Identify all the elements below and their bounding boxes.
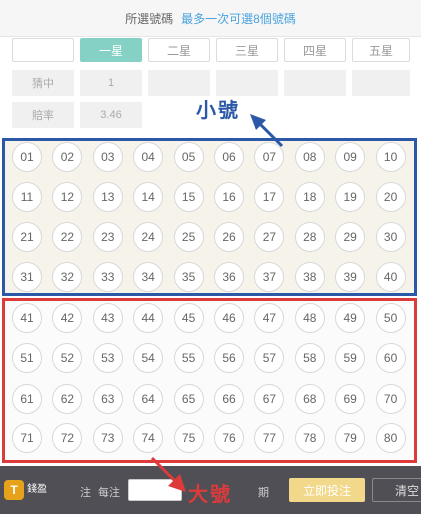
small-numbers-annotation: 小號 [196, 100, 240, 122]
number-ball-33[interactable]: 33 [92, 262, 123, 292]
number-ball-06[interactable]: 06 [214, 142, 244, 172]
hit-label: 猜中 [12, 70, 74, 96]
tab-two-star[interactable]: 二星 [148, 38, 210, 62]
number-ball-24[interactable]: 24 [133, 222, 164, 252]
bet-amount-input[interactable] [128, 479, 182, 501]
tab-five-star[interactable]: 五星 [352, 38, 410, 62]
number-ball-56[interactable]: 56 [214, 343, 244, 373]
number-ball-11[interactable]: 11 [12, 182, 42, 212]
period-label: 期 [258, 487, 269, 499]
number-ball-05[interactable]: 05 [173, 142, 204, 172]
number-ball-65[interactable]: 65 [173, 384, 204, 414]
bet-label: 注 [80, 487, 91, 499]
odds-label: 賠率 [12, 102, 74, 128]
number-ball-36[interactable]: 36 [214, 262, 244, 292]
number-ball-43[interactable]: 43 [92, 303, 123, 333]
number-ball-44[interactable]: 44 [133, 303, 164, 333]
number-ball-28[interactable]: 28 [294, 222, 325, 252]
number-ball-73[interactable]: 73 [92, 423, 123, 453]
hit-cell-5 [352, 70, 410, 96]
number-ball-41[interactable]: 41 [12, 303, 42, 333]
number-ball-31[interactable]: 31 [12, 262, 42, 292]
odds-value: 3.46 [80, 102, 142, 128]
number-ball-08[interactable]: 08 [294, 142, 325, 172]
number-ball-13[interactable]: 13 [92, 182, 123, 212]
number-ball-79[interactable]: 79 [335, 423, 366, 453]
number-ball-63[interactable]: 63 [92, 384, 123, 414]
star-tabs: 一星 二星 三星 四星 五星 [12, 38, 410, 64]
number-ball-78[interactable]: 78 [294, 423, 325, 453]
selected-numbers-title: 所選號碼 [125, 11, 174, 26]
number-ball-35[interactable]: 35 [173, 262, 204, 292]
number-ball-40[interactable]: 40 [375, 262, 406, 292]
number-ball-29[interactable]: 29 [335, 222, 366, 252]
number-ball-14[interactable]: 14 [133, 182, 164, 212]
number-ball-54[interactable]: 54 [133, 343, 164, 373]
number-ball-76[interactable]: 76 [214, 423, 244, 453]
number-ball-74[interactable]: 74 [133, 423, 164, 453]
number-ball-60[interactable]: 60 [375, 343, 406, 373]
number-ball-45[interactable]: 45 [173, 303, 204, 333]
number-ball-34[interactable]: 34 [133, 262, 164, 292]
number-ball-38[interactable]: 38 [294, 262, 325, 292]
site-logo: T 錢盈 [4, 472, 78, 508]
hit-cell-2 [148, 70, 210, 96]
hit-value: 1 [80, 70, 142, 96]
number-ball-80[interactable]: 80 [375, 423, 406, 453]
number-ball-18[interactable]: 18 [294, 182, 325, 212]
number-ball-50[interactable]: 50 [375, 303, 406, 333]
number-ball-70[interactable]: 70 [375, 384, 406, 414]
number-ball-55[interactable]: 55 [173, 343, 204, 373]
tab-one-star[interactable]: 一星 [80, 38, 142, 62]
number-ball-59[interactable]: 59 [335, 343, 366, 373]
number-ball-46[interactable]: 46 [214, 303, 244, 333]
number-ball-64[interactable]: 64 [133, 384, 164, 414]
number-ball-68[interactable]: 68 [294, 384, 325, 414]
number-ball-51[interactable]: 51 [12, 343, 42, 373]
hit-row: 猜中 1 [12, 70, 410, 96]
number-ball-10[interactable]: 10 [375, 142, 406, 172]
number-ball-39[interactable]: 39 [335, 262, 366, 292]
number-ball-26[interactable]: 26 [214, 222, 244, 252]
big-numbers-annotation: 大號 [188, 484, 232, 506]
tab-blank[interactable] [12, 38, 74, 62]
number-ball-75[interactable]: 75 [173, 423, 204, 453]
number-ball-20[interactable]: 20 [375, 182, 406, 212]
number-ball-16[interactable]: 16 [214, 182, 244, 212]
clear-button[interactable]: 清空 [372, 478, 421, 502]
logo-text: 錢盈 [27, 484, 47, 495]
number-ball-71[interactable]: 71 [12, 423, 42, 453]
submit-bet-button[interactable]: 立即投注 [289, 478, 365, 502]
number-ball-23[interactable]: 23 [92, 222, 123, 252]
selection-limit-hint: 最多一次可選8個號碼 [181, 11, 296, 26]
number-ball-58[interactable]: 58 [294, 343, 325, 373]
number-ball-69[interactable]: 69 [335, 384, 366, 414]
number-ball-48[interactable]: 48 [294, 303, 325, 333]
number-ball-09[interactable]: 09 [335, 142, 366, 172]
number-ball-30[interactable]: 30 [375, 222, 406, 252]
hit-cell-4 [284, 70, 346, 96]
number-ball-25[interactable]: 25 [173, 222, 204, 252]
number-ball-04[interactable]: 04 [133, 142, 164, 172]
number-ball-49[interactable]: 49 [335, 303, 366, 333]
number-ball-01[interactable]: 01 [12, 142, 42, 172]
number-ball-66[interactable]: 66 [214, 384, 244, 414]
number-ball-19[interactable]: 19 [335, 182, 366, 212]
tab-three-star[interactable]: 三星 [216, 38, 278, 62]
per-bet-label: 每注 [98, 487, 120, 499]
number-ball-53[interactable]: 53 [92, 343, 123, 373]
number-ball-21[interactable]: 21 [12, 222, 42, 252]
header-bar: 所選號碼 最多一次可選8個號碼 [0, 0, 421, 37]
number-ball-61[interactable]: 61 [12, 384, 42, 414]
number-ball-03[interactable]: 03 [92, 142, 123, 172]
logo-mark-icon: T [4, 480, 24, 500]
hit-cell-3 [216, 70, 278, 96]
number-ball-15[interactable]: 15 [173, 182, 204, 212]
tab-four-star[interactable]: 四星 [284, 38, 346, 62]
